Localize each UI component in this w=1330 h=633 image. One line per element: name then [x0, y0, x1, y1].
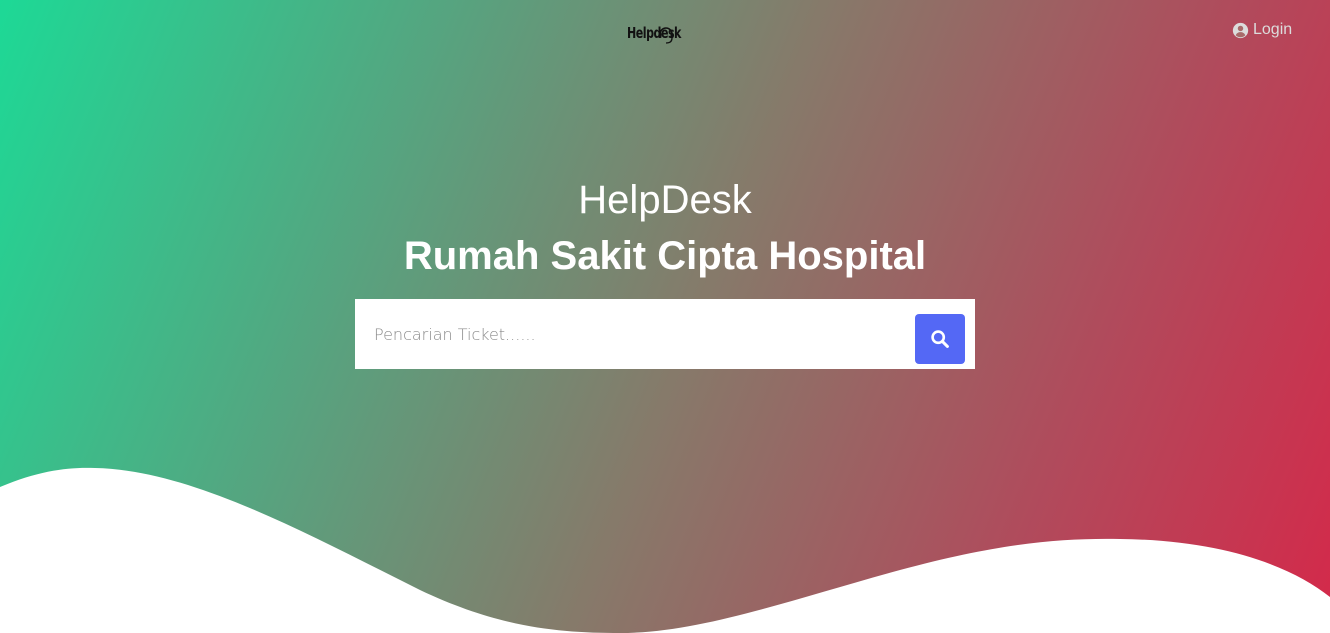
- page-title: HelpDesk: [578, 178, 752, 222]
- hero-section: Helpdesk Login HelpDesk Rumah Sakit Cipt…: [0, 0, 1330, 633]
- page-subtitle: Rumah Sakit Cipta Hospital: [403, 234, 927, 278]
- search-input[interactable]: [355, 299, 905, 369]
- search-icon: [931, 330, 949, 348]
- login-label: Login: [1253, 21, 1293, 38]
- headset-icon: [658, 27, 674, 44]
- helpdesk-logo[interactable]: Helpdesk: [627, 20, 691, 46]
- user-circle-icon: [1232, 22, 1249, 38]
- login-link[interactable]: Login: [1232, 21, 1292, 39]
- search-button[interactable]: [915, 314, 965, 364]
- search-bar: [355, 299, 975, 369]
